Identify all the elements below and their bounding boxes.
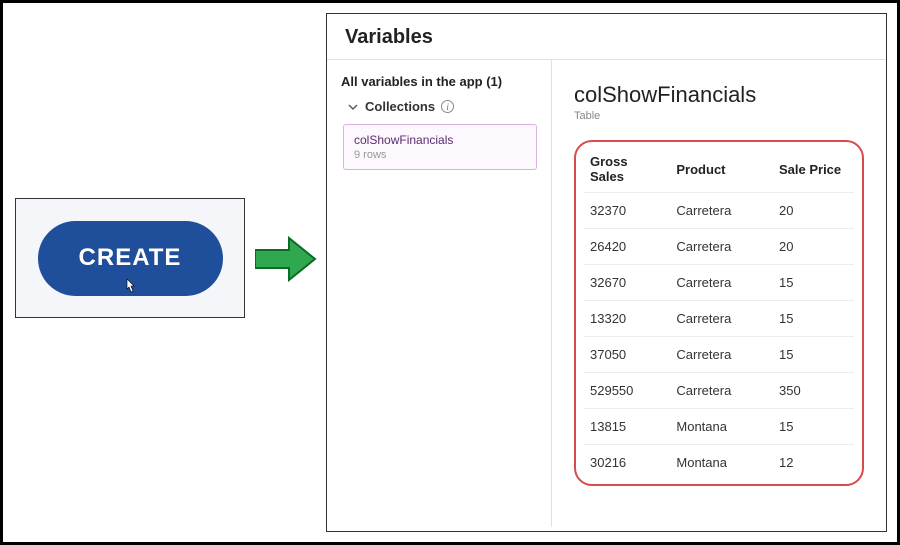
cell-gross-sales: 13320 <box>584 301 670 337</box>
cell-product: Carretera <box>670 229 773 265</box>
table-row[interactable]: 37050 Carretera 15 <box>584 337 854 373</box>
table-row[interactable]: 13815 Montana 15 <box>584 409 854 445</box>
table-row[interactable]: 30216 Montana 12 <box>584 445 854 481</box>
create-button-label: CREATE <box>79 244 182 271</box>
table-row[interactable]: 26420 Carretera 20 <box>584 229 854 265</box>
panel-title: Variables <box>345 26 868 49</box>
table-row[interactable]: 13320 Carretera 15 <box>584 301 854 337</box>
detail-pane: colShowFinancials Table Gross Sales Prod… <box>552 60 886 527</box>
cell-gross-sales: 30216 <box>584 445 670 481</box>
cell-sale-price: 12 <box>773 445 854 481</box>
panel-body: All variables in the app (1) Collections… <box>327 60 886 527</box>
cell-gross-sales: 32370 <box>584 193 670 229</box>
collections-label: Collections <box>365 99 435 114</box>
cell-product: Carretera <box>670 373 773 409</box>
cell-sale-price: 20 <box>773 229 854 265</box>
cell-product: Carretera <box>670 301 773 337</box>
cell-gross-sales: 529550 <box>584 373 670 409</box>
cell-product: Carretera <box>670 265 773 301</box>
variables-panel: Variables All variables in the app (1) C… <box>326 13 887 532</box>
cell-gross-sales: 26420 <box>584 229 670 265</box>
cell-sale-price: 15 <box>773 265 854 301</box>
arrow-icon <box>255 236 317 287</box>
collection-rows: 9 rows <box>354 149 526 161</box>
cell-sale-price: 15 <box>773 337 854 373</box>
detail-type: Table <box>574 110 864 122</box>
col-header-sale-price[interactable]: Sale Price <box>773 146 854 193</box>
all-variables-label: All variables in the app (1) <box>341 74 537 89</box>
table-header-row: Gross Sales Product Sale Price <box>584 146 854 193</box>
detail-title: colShowFinancials <box>574 82 864 108</box>
variables-sidebar: All variables in the app (1) Collections… <box>327 60 552 527</box>
cell-sale-price: 20 <box>773 193 854 229</box>
canvas: CREATE Variables All variables in the ap… <box>3 3 897 542</box>
info-icon[interactable]: i <box>441 100 454 113</box>
collection-name: colShowFinancials <box>354 133 526 147</box>
cell-product: Carretera <box>670 193 773 229</box>
cell-sale-price: 350 <box>773 373 854 409</box>
cell-product: Montana <box>670 409 773 445</box>
cell-sale-price: 15 <box>773 409 854 445</box>
table-highlight: Gross Sales Product Sale Price 32370 Car… <box>574 140 864 486</box>
pointer-cursor-icon <box>123 279 137 300</box>
panel-header: Variables <box>327 14 886 60</box>
cell-gross-sales: 32670 <box>584 265 670 301</box>
collection-card[interactable]: colShowFinancials 9 rows <box>343 124 537 170</box>
table-row[interactable]: 529550 Carretera 350 <box>584 373 854 409</box>
cell-gross-sales: 13815 <box>584 409 670 445</box>
cell-product: Montana <box>670 445 773 481</box>
col-header-gross-sales[interactable]: Gross Sales <box>584 146 670 193</box>
cell-product: Carretera <box>670 337 773 373</box>
button-card: CREATE <box>15 198 245 318</box>
cell-sale-price: 15 <box>773 301 854 337</box>
data-table: Gross Sales Product Sale Price 32370 Car… <box>584 146 854 480</box>
chevron-down-icon <box>347 101 359 113</box>
table-row[interactable]: 32670 Carretera 15 <box>584 265 854 301</box>
cell-gross-sales: 37050 <box>584 337 670 373</box>
tree-row-collections[interactable]: Collections i <box>341 99 537 114</box>
col-header-product[interactable]: Product <box>670 146 773 193</box>
table-row[interactable]: 32370 Carretera 20 <box>584 193 854 229</box>
table-body: 32370 Carretera 20 26420 Carretera 20 32… <box>584 193 854 481</box>
create-button[interactable]: CREATE <box>38 221 223 296</box>
